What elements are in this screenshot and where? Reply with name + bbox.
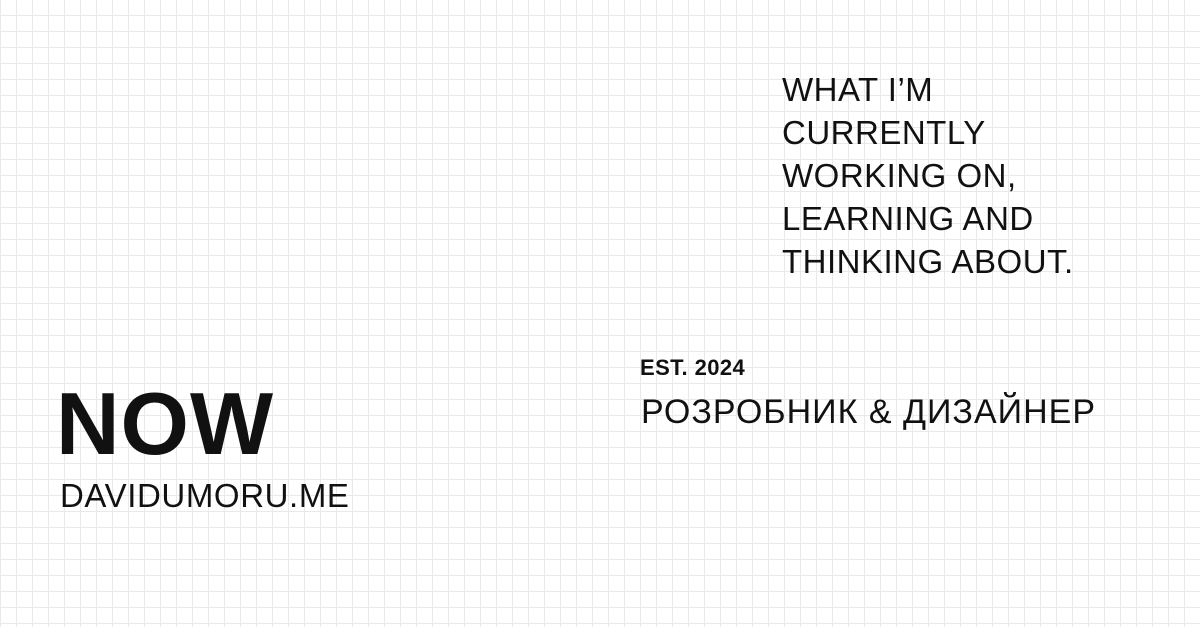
established-label: EST. 2024 bbox=[640, 355, 746, 380]
tagline-line: WORKING ON, bbox=[782, 157, 1017, 194]
tagline-line: THINKING ABOUT. bbox=[782, 243, 1074, 280]
tagline: WHAT I’M CURRENTLY WORKING ON, LEARNING … bbox=[782, 68, 1182, 283]
website-label: DAVIDUMORU.ME bbox=[60, 477, 350, 514]
role-label: РОЗРОБНИК & ДИЗАЙНЕР bbox=[641, 393, 1096, 431]
tagline-line: WHAT I’M bbox=[782, 71, 934, 108]
tagline-line: LEARNING AND bbox=[782, 200, 1034, 237]
page-title: NOW bbox=[56, 374, 275, 473]
tagline-line: CURRENTLY bbox=[782, 114, 986, 151]
